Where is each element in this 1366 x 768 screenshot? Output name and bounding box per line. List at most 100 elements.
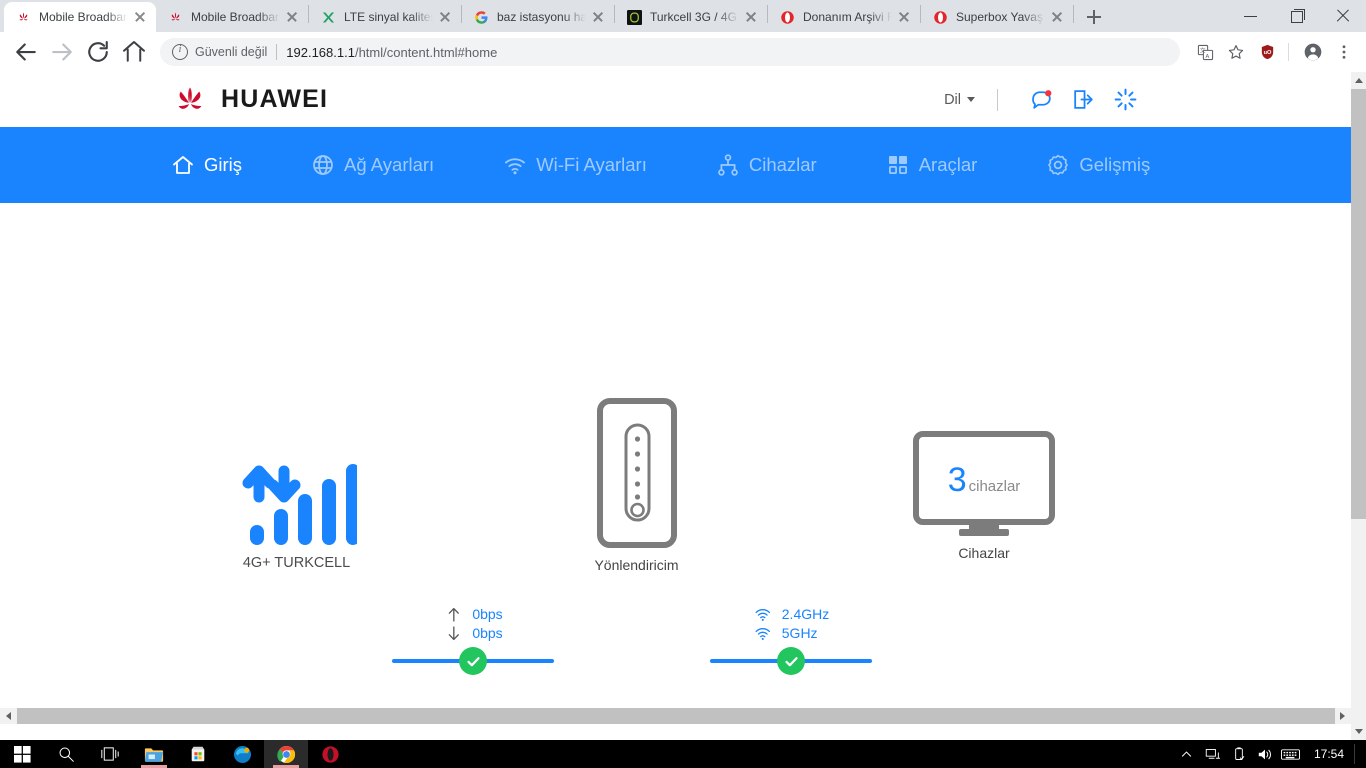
reload-button[interactable] [83,37,113,67]
language-selector[interactable]: Dil [944,92,975,108]
close-icon[interactable] [437,9,453,25]
task-view-button[interactable] [88,740,132,768]
close-icon[interactable] [1049,9,1065,25]
huawei-router-page: HUAWEI Dil Giriş Ağ Ayarları Wi-Fi Ayarl… [0,72,1351,724]
download-rate-row: 0bps [443,624,503,643]
translate-icon[interactable]: 文A [1191,38,1219,66]
horizontal-scroll-thumb[interactable] [17,708,1335,724]
edge-icon [233,745,251,763]
browser-tab[interactable]: Mobile Broadband [156,2,308,32]
nav-item-araclar[interactable]: Araçlar [885,152,978,178]
close-icon[interactable] [743,9,759,25]
chat-icon[interactable] [1020,83,1062,117]
nav-item-wifi-ayarlari[interactable]: Wi-Fi Ayarları [502,152,647,178]
home-button[interactable] [119,37,149,67]
chevron-down-icon [967,97,975,102]
close-icon[interactable] [132,9,148,25]
scroll-down-arrow[interactable] [1351,723,1366,740]
nav-label: Cihazlar [748,154,817,175]
tab-divider [1073,5,1074,23]
ublock-origin-icon[interactable]: uO [1253,38,1281,66]
browser-tab[interactable]: Turkcell 3G / 4G / [615,2,767,32]
start-button[interactable] [0,740,44,768]
microsoft-store-button[interactable] [176,740,220,768]
svg-text:A: A [1205,54,1209,60]
nav-item-ag-ayarlari[interactable]: Ağ Ayarları [310,152,434,178]
browser-tab[interactable]: LTE sinyal kalitesi p [309,2,461,32]
close-icon[interactable] [590,9,606,25]
close-icon[interactable] [284,9,300,25]
wifi-icon [502,152,528,178]
nav-label: Araçlar [918,154,978,175]
network-icon[interactable] [1200,740,1226,768]
check-circle-icon [777,647,805,675]
nav-label: Wi-Fi Ayarları [536,154,647,175]
url-path: /html/content.html#home [354,44,498,60]
chrome-browser-window: Mobile Broadband Mobile Broadband LTE si… [0,0,1366,740]
opera-button[interactable] [308,740,352,768]
google-icon [473,9,489,25]
huawei-logo: HUAWEI [170,83,328,117]
keyboard-icon[interactable] [1278,740,1304,768]
forward-button [47,37,77,67]
profile-icon[interactable] [1299,38,1327,66]
excel-icon [320,9,336,25]
chrome-button[interactable] [264,740,308,768]
url-host: 192.168.1.1 [286,44,355,60]
signal-label: 4G+ TURKCELL [242,555,351,571]
nav-item-cihazlar[interactable]: Cihazlar [715,152,817,178]
minimize-button[interactable] [1228,0,1274,32]
nav-item-giris[interactable]: Giriş [170,152,242,178]
nav-item-gelismis[interactable]: Gelişmiş [1045,152,1150,178]
opera-icon [779,9,795,25]
restart-icon[interactable] [1104,83,1146,117]
security-status: Güvenli değil [195,45,268,59]
edge-button[interactable] [220,740,264,768]
browser-tab[interactable]: Mobile Broadband [4,2,156,32]
browser-tab[interactable]: Superbox Yavaş İn [921,2,1073,32]
usb-icon[interactable] [1226,740,1252,768]
system-tray: 17:54 [1174,740,1366,768]
browser-toolbar: Güvenli değil 192.168.1.1/html/content.h… [0,32,1366,72]
logout-icon[interactable] [1062,83,1104,117]
star-icon[interactable] [1222,38,1250,66]
three-dot-menu-icon[interactable] [1330,38,1358,66]
nav-label: Ağ Ayarları [344,154,435,175]
task-view-icon [101,747,119,761]
folder-icon [144,747,164,762]
close-icon[interactable] [896,9,912,25]
tab-title: Turkcell 3G / 4G / [650,10,739,24]
scroll-left-arrow[interactable] [0,708,17,724]
maximize-button[interactable] [1274,0,1320,32]
info-icon[interactable] [172,44,188,60]
svg-text:uO: uO [1263,50,1271,56]
arrow-up-icon [443,607,463,622]
browser-tab[interactable]: baz istasyonu harit [462,2,614,32]
vertical-scrollbar[interactable] [1351,72,1366,740]
chrome-icon [276,745,295,763]
window-controls [1228,0,1366,32]
devices-tree-icon [715,152,741,178]
wan-rates: 0bps 0bps [443,605,503,643]
file-explorer-button[interactable] [132,740,176,768]
chevron-up-icon[interactable] [1174,740,1200,768]
show-desktop-button[interactable] [1354,744,1360,764]
device-count-group: 3 cihazlar [913,461,1055,500]
vertical-scroll-thumb[interactable] [1351,89,1366,519]
horizontal-scrollbar[interactable] [0,708,1351,724]
address-bar[interactable]: Güvenli değil 192.168.1.1/html/content.h… [160,38,1180,66]
tab-title: Donanım Arşivi Fo [803,10,892,24]
taskbar-clock[interactable]: 17:54 [1304,747,1354,761]
back-button[interactable] [11,37,41,67]
new-tab-button[interactable] [1080,3,1108,31]
speaker-icon[interactable] [1252,740,1278,768]
scroll-right-arrow[interactable] [1334,708,1351,724]
close-button[interactable] [1320,0,1366,32]
browser-tab[interactable]: Donanım Arşivi Fo [768,2,920,32]
main-navigation: Giriş Ağ Ayarları Wi-Fi Ayarları Cihazla… [0,127,1351,203]
search-icon [59,747,74,762]
scroll-up-arrow[interactable] [1351,72,1366,89]
search-button[interactable] [44,740,88,768]
turkcell-icon [626,9,642,25]
devices-node: 3 cihazlar Cihazlar [913,431,1055,561]
